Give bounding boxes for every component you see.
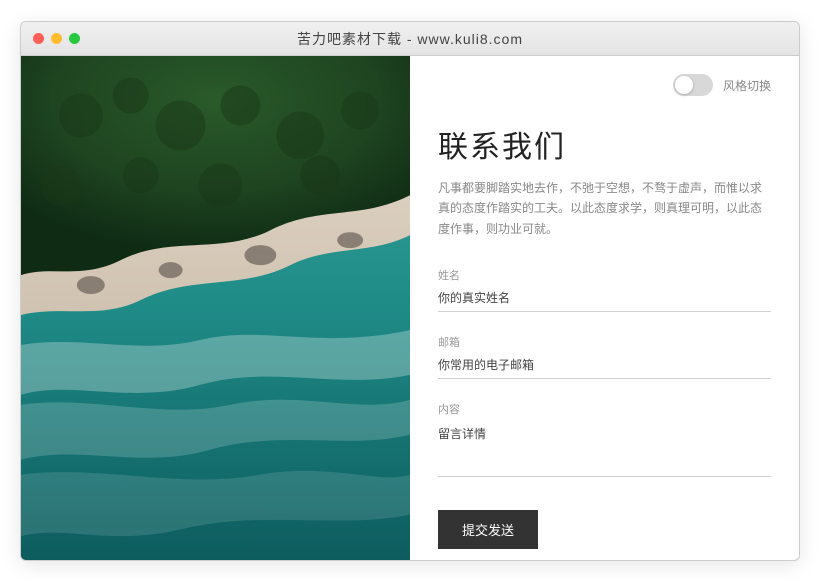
- close-icon[interactable]: [33, 33, 44, 44]
- minimize-icon[interactable]: [51, 33, 62, 44]
- app-window: 苦力吧素材下载 - www.kuli8.com: [20, 21, 800, 561]
- titlebar: 苦力吧素材下载 - www.kuli8.com: [21, 22, 799, 56]
- form-panel: 风格切换 联系我们 凡事都要脚踏实地去作，不弛于空想，不骛于虚声，而惟以求真的态…: [410, 56, 799, 560]
- page-title: 联系我们: [438, 122, 771, 166]
- submit-button[interactable]: 提交发送: [438, 510, 538, 549]
- email-input[interactable]: [438, 354, 771, 379]
- field-email: 邮箱: [438, 334, 771, 379]
- hero-image: [21, 56, 410, 560]
- maximize-icon[interactable]: [69, 33, 80, 44]
- topbar: 风格切换: [438, 74, 771, 96]
- name-input[interactable]: [438, 287, 771, 312]
- theme-toggle[interactable]: [673, 74, 713, 96]
- message-label: 内容: [438, 401, 771, 417]
- theme-toggle-label: 风格切换: [723, 77, 771, 94]
- message-input[interactable]: [438, 421, 771, 477]
- field-name: 姓名: [438, 267, 771, 312]
- email-label: 邮箱: [438, 334, 771, 350]
- window-title: 苦力吧素材下载 - www.kuli8.com: [21, 29, 799, 49]
- page-description: 凡事都要脚踏实地去作，不弛于空想，不骛于虚声，而惟以求真的态度作踏实的工夫。以此…: [438, 178, 771, 239]
- toggle-knob-icon: [675, 76, 693, 94]
- field-message: 内容: [438, 401, 771, 482]
- name-label: 姓名: [438, 267, 771, 283]
- window-controls: [33, 33, 80, 44]
- body: 风格切换 联系我们 凡事都要脚踏实地去作，不弛于空想，不骛于虚声，而惟以求真的态…: [21, 56, 799, 560]
